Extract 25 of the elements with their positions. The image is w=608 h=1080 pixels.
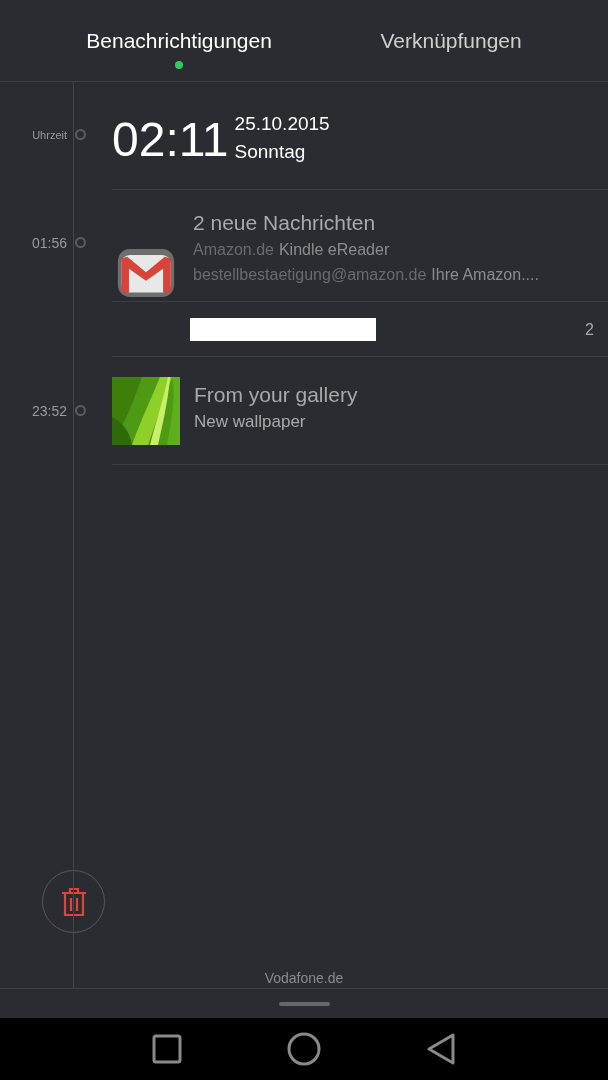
message-sender: bestellbestaetigung@amazon.de — [193, 265, 427, 285]
notification-title: From your gallery — [194, 382, 358, 408]
time-label: Uhrzeit — [32, 128, 67, 143]
notification-text: New wallpaper — [194, 411, 307, 433]
date-text: 25.10.2015 — [234, 112, 330, 136]
clock-time: 02:11 — [112, 114, 229, 166]
message-subject: Kindle eReader — [278, 240, 390, 260]
carrier-name: Vodafone.de — [264, 969, 344, 987]
drag-handle[interactable] — [278, 1001, 330, 1006]
tab[interactable]: Verknüpfungen — [376, 0, 526, 81]
message-count: 2 — [585, 320, 594, 339]
trash-icon — [59, 886, 88, 917]
recents-icon[interactable] — [152, 1034, 182, 1064]
home-icon[interactable] — [287, 1032, 321, 1066]
time-label: 01:56 — [31, 234, 67, 253]
timeline-dot — [75, 129, 86, 140]
timeline-dot — [75, 405, 86, 416]
back-icon[interactable] — [426, 1033, 456, 1065]
tab[interactable]: Benachrichtigungen — [82, 0, 276, 81]
message-subject: Ihre Amazon.... — [431, 265, 539, 285]
notification-title: 2 neue Nachrichten — [193, 210, 377, 236]
timeline-dot — [75, 237, 86, 248]
message-sender: Amazon.de — [193, 240, 274, 260]
time-label: 23:52 — [31, 402, 67, 421]
weekday-text: Sonntag — [234, 140, 307, 164]
